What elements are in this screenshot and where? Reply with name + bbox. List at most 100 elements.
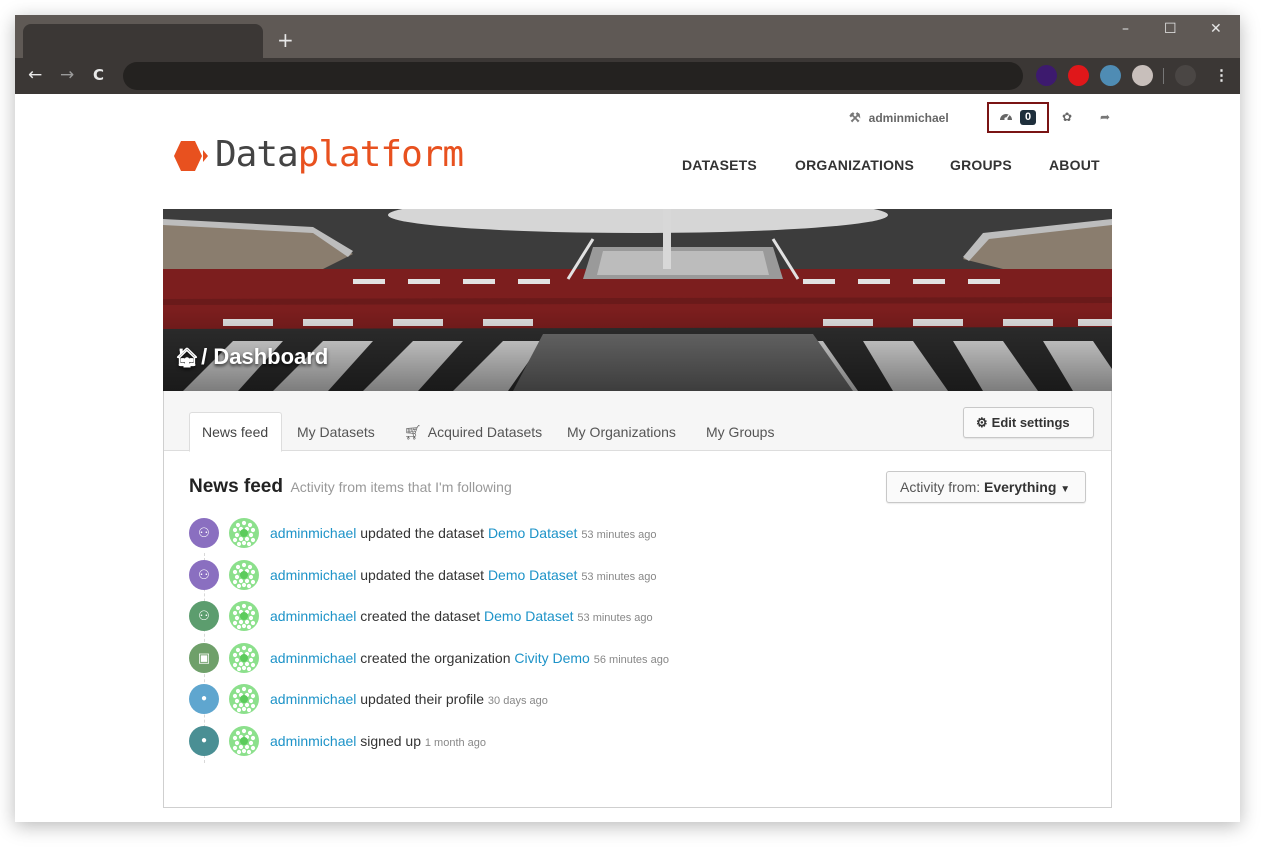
activity-text: adminmichael updated the dataset Demo Da… xyxy=(270,567,657,583)
activity-text: adminmichael updated their profile 30 da… xyxy=(270,691,548,707)
close-button[interactable]: ✕ xyxy=(1210,21,1222,37)
activity-timestamp: 53 minutes ago xyxy=(577,612,653,624)
activity-timestamp: 53 minutes ago xyxy=(581,570,657,583)
tab-my-organizations[interactable]: My Organizations xyxy=(567,424,676,440)
tab-acquired-datasets-label: Acquired Datasets xyxy=(427,424,543,440)
home-icon[interactable]: 🏠︎ xyxy=(175,348,199,369)
news-feed-heading: News feed Activity from items that I'm f… xyxy=(189,476,512,498)
nav-datasets[interactable]: DATASETS xyxy=(682,157,757,173)
reload-button[interactable]: C xyxy=(93,66,104,84)
account-link[interactable]: ⚒ adminmichael xyxy=(849,110,949,126)
activity-text: adminmichael created the organization Ci… xyxy=(270,650,669,666)
activity-item: ⚇ adminmichael created the dataset Demo D… xyxy=(189,601,1069,631)
activity-text: adminmichael updated the dataset Demo Da… xyxy=(270,525,657,541)
gear-icon: ⚙ xyxy=(976,415,988,430)
activity-object-link[interactable]: Demo Dataset xyxy=(488,567,577,583)
page-title: 🏠︎/ Dashboard xyxy=(175,344,328,370)
activity-action: created the organization xyxy=(360,649,511,666)
browser-menu-icon[interactable]: ⋮ xyxy=(1214,66,1229,84)
settings-icon[interactable]: ✿ xyxy=(1062,110,1072,124)
toolbar-divider xyxy=(1163,68,1164,84)
news-feed-subtitle: Activity from items that I'm following xyxy=(290,479,512,495)
activity-user-link[interactable]: adminmichael xyxy=(270,733,356,749)
dashboard-tabs: News feed My Datasets 🛒︎ Acquired Dataset… xyxy=(164,391,1111,452)
activity-user-link[interactable]: adminmichael xyxy=(270,691,356,707)
user-avatar[interactable] xyxy=(229,518,259,548)
briefcase-icon: ▣ xyxy=(189,642,219,673)
caret-down-icon: ▼ xyxy=(1060,484,1071,495)
activity-user-link[interactable]: adminmichael xyxy=(270,567,356,583)
activity-action: created the dataset xyxy=(360,608,481,624)
user-avatar[interactable] xyxy=(229,559,259,590)
activity-item: ● adminmichael updated their profile 30 d… xyxy=(189,684,1069,714)
user-icon: ● xyxy=(189,684,219,714)
user-avatar[interactable] xyxy=(229,642,259,673)
forward-button[interactable]: → xyxy=(60,66,74,84)
address-bar[interactable] xyxy=(123,62,1023,90)
nav-organizations[interactable]: ORGANIZATIONS xyxy=(795,157,914,173)
notification-count-badge: 0 xyxy=(1020,110,1037,125)
profile-avatar[interactable] xyxy=(1175,65,1196,86)
tab-my-datasets[interactable]: My Datasets xyxy=(297,424,375,440)
sitemap-icon: ⚇ xyxy=(189,559,219,590)
activity-action: updated their profile xyxy=(360,691,485,707)
activity-item: ▣ adminmichael created the organization C… xyxy=(189,642,1069,673)
activity-action: updated the dataset xyxy=(360,525,485,541)
tab-acquired-datasets[interactable]: 🛒︎ Acquired Datasets xyxy=(404,424,542,441)
activity-object-link[interactable]: Civity Demo xyxy=(514,650,589,666)
logo-mark-icon xyxy=(174,141,208,171)
activity-text: adminmichael created the dataset Demo Da… xyxy=(270,608,653,624)
user-avatar[interactable] xyxy=(229,684,259,714)
news-feed-title: News feed xyxy=(189,476,283,497)
activity-timestamp: 30 days ago xyxy=(487,695,548,707)
tab-my-groups[interactable]: My Groups xyxy=(706,424,774,440)
sitemap-icon: ⚇ xyxy=(189,601,219,631)
activity-filter-value: Everything xyxy=(984,479,1057,495)
activity-action: signed up xyxy=(360,732,421,749)
activity-user-link[interactable]: adminmichael xyxy=(270,525,356,541)
edit-settings-button[interactable]: ⚙ Edit settings xyxy=(963,407,1094,438)
logout-icon[interactable]: ➦ xyxy=(1100,110,1110,124)
browser-toolbar: ← → C ⋮ xyxy=(15,58,1240,94)
activity-object-link[interactable]: Demo Dataset xyxy=(484,608,573,624)
activity-text: adminmichael signed up 1 month ago xyxy=(270,733,486,749)
activity-item: ● adminmichael signed up 1 month ago xyxy=(189,725,1069,756)
activity-timestamp: 1 month ago xyxy=(424,736,487,749)
user-avatar[interactable] xyxy=(229,601,259,631)
minimize-button[interactable]: – xyxy=(1122,21,1129,37)
account-username: adminmichael xyxy=(868,111,949,125)
browser-window: + – ☐ ✕ ← → C ⋮ ⚒ adminmichael 0 ✿ ➦ Dat… xyxy=(15,15,1240,822)
extension-icon-1[interactable] xyxy=(1036,65,1057,86)
sitemap-icon: ⚇ xyxy=(189,518,219,548)
page-title-text: / Dashboard xyxy=(201,344,329,369)
activity-user-link[interactable]: adminmichael xyxy=(270,608,356,624)
tab-news-feed[interactable]: News feed xyxy=(189,412,282,452)
activity-item: ⚇ adminmichael updated the dataset Demo D… xyxy=(189,559,1069,590)
extension-icon-4[interactable] xyxy=(1132,65,1153,86)
user-avatar[interactable] xyxy=(229,725,259,756)
browser-titlebar: + – ☐ ✕ xyxy=(15,15,1240,58)
activity-timestamp: 56 minutes ago xyxy=(593,653,669,666)
activity-filter-label: Activity from: xyxy=(900,479,981,495)
logo-wordmark: Dataplatform xyxy=(215,134,464,175)
hammer-icon: ⚒ xyxy=(849,110,861,125)
activity-action: updated the dataset xyxy=(360,566,485,583)
maximize-button[interactable]: ☐ xyxy=(1164,21,1177,37)
dashboard-icon xyxy=(999,110,1013,125)
activity-user-link[interactable]: adminmichael xyxy=(270,650,356,666)
edit-settings-label: Edit settings xyxy=(991,415,1070,430)
new-tab-button[interactable]: + xyxy=(277,28,294,52)
user-icon: ● xyxy=(189,725,219,756)
cart-icon: 🛒︎ xyxy=(404,424,422,440)
extension-icon-2[interactable] xyxy=(1068,65,1089,86)
extension-icon-3[interactable] xyxy=(1100,65,1121,86)
browser-tab[interactable] xyxy=(23,24,263,58)
activity-timestamp: 53 minutes ago xyxy=(581,529,657,541)
back-button[interactable]: ← xyxy=(28,66,42,84)
nav-about[interactable]: ABOUT xyxy=(1049,157,1100,173)
activity-object-link[interactable]: Demo Dataset xyxy=(488,525,577,541)
logo-text-data: Data xyxy=(215,134,299,175)
activity-filter-dropdown[interactable]: Activity from: Everything ▼ xyxy=(886,471,1086,503)
dashboard-link[interactable]: 0 xyxy=(987,102,1049,133)
nav-groups[interactable]: GROUPS xyxy=(950,157,1012,173)
